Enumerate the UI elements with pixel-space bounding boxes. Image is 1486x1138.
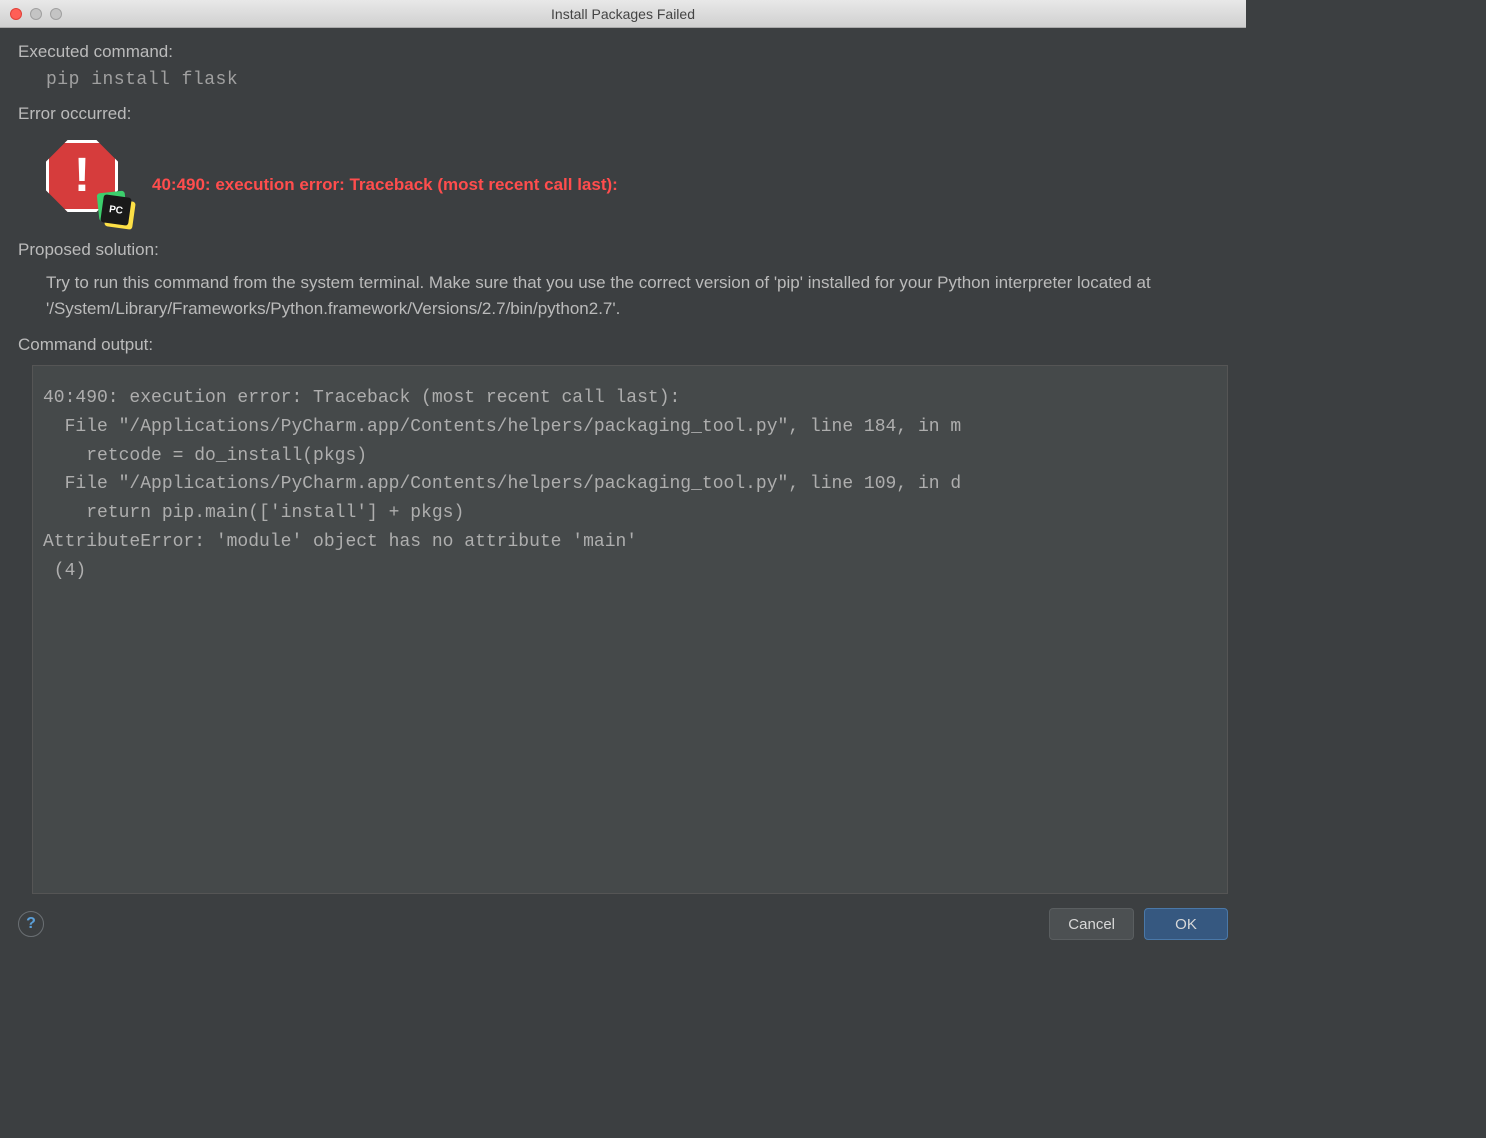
cancel-button[interactable]: Cancel xyxy=(1049,908,1134,940)
proposed-solution-text: Try to run this command from the system … xyxy=(18,266,1228,335)
command-output-text[interactable]: 40:490: execution error: Traceback (most… xyxy=(32,365,1228,894)
error-occurred-label: Error occurred: xyxy=(18,104,1228,124)
maximize-window-button[interactable] xyxy=(50,8,62,20)
error-row: ! PC 40:490: execution error: Traceback … xyxy=(18,130,1228,240)
pycharm-badge-text: PC xyxy=(108,204,123,217)
error-icon: ! PC xyxy=(46,140,136,230)
window-controls xyxy=(0,8,62,20)
command-output-label: Command output: xyxy=(18,335,1228,355)
titlebar: Install Packages Failed xyxy=(0,0,1246,28)
executed-command-text: pip install flask xyxy=(18,68,1228,104)
exclamation-icon: ! xyxy=(74,152,90,200)
proposed-solution-label: Proposed solution: xyxy=(18,240,1228,260)
error-message-text: 40:490: execution error: Traceback (most… xyxy=(152,175,618,195)
close-window-button[interactable] xyxy=(10,8,22,20)
minimize-window-button[interactable] xyxy=(30,8,42,20)
dialog-footer: ? Cancel OK xyxy=(0,894,1246,954)
window-title: Install Packages Failed xyxy=(0,6,1246,22)
pycharm-badge-icon: PC xyxy=(92,186,136,230)
executed-command-label: Executed command: xyxy=(18,42,1228,62)
dialog-content: Executed command: pip install flask Erro… xyxy=(0,28,1246,894)
help-button[interactable]: ? xyxy=(18,911,44,937)
ok-button[interactable]: OK xyxy=(1144,908,1228,940)
